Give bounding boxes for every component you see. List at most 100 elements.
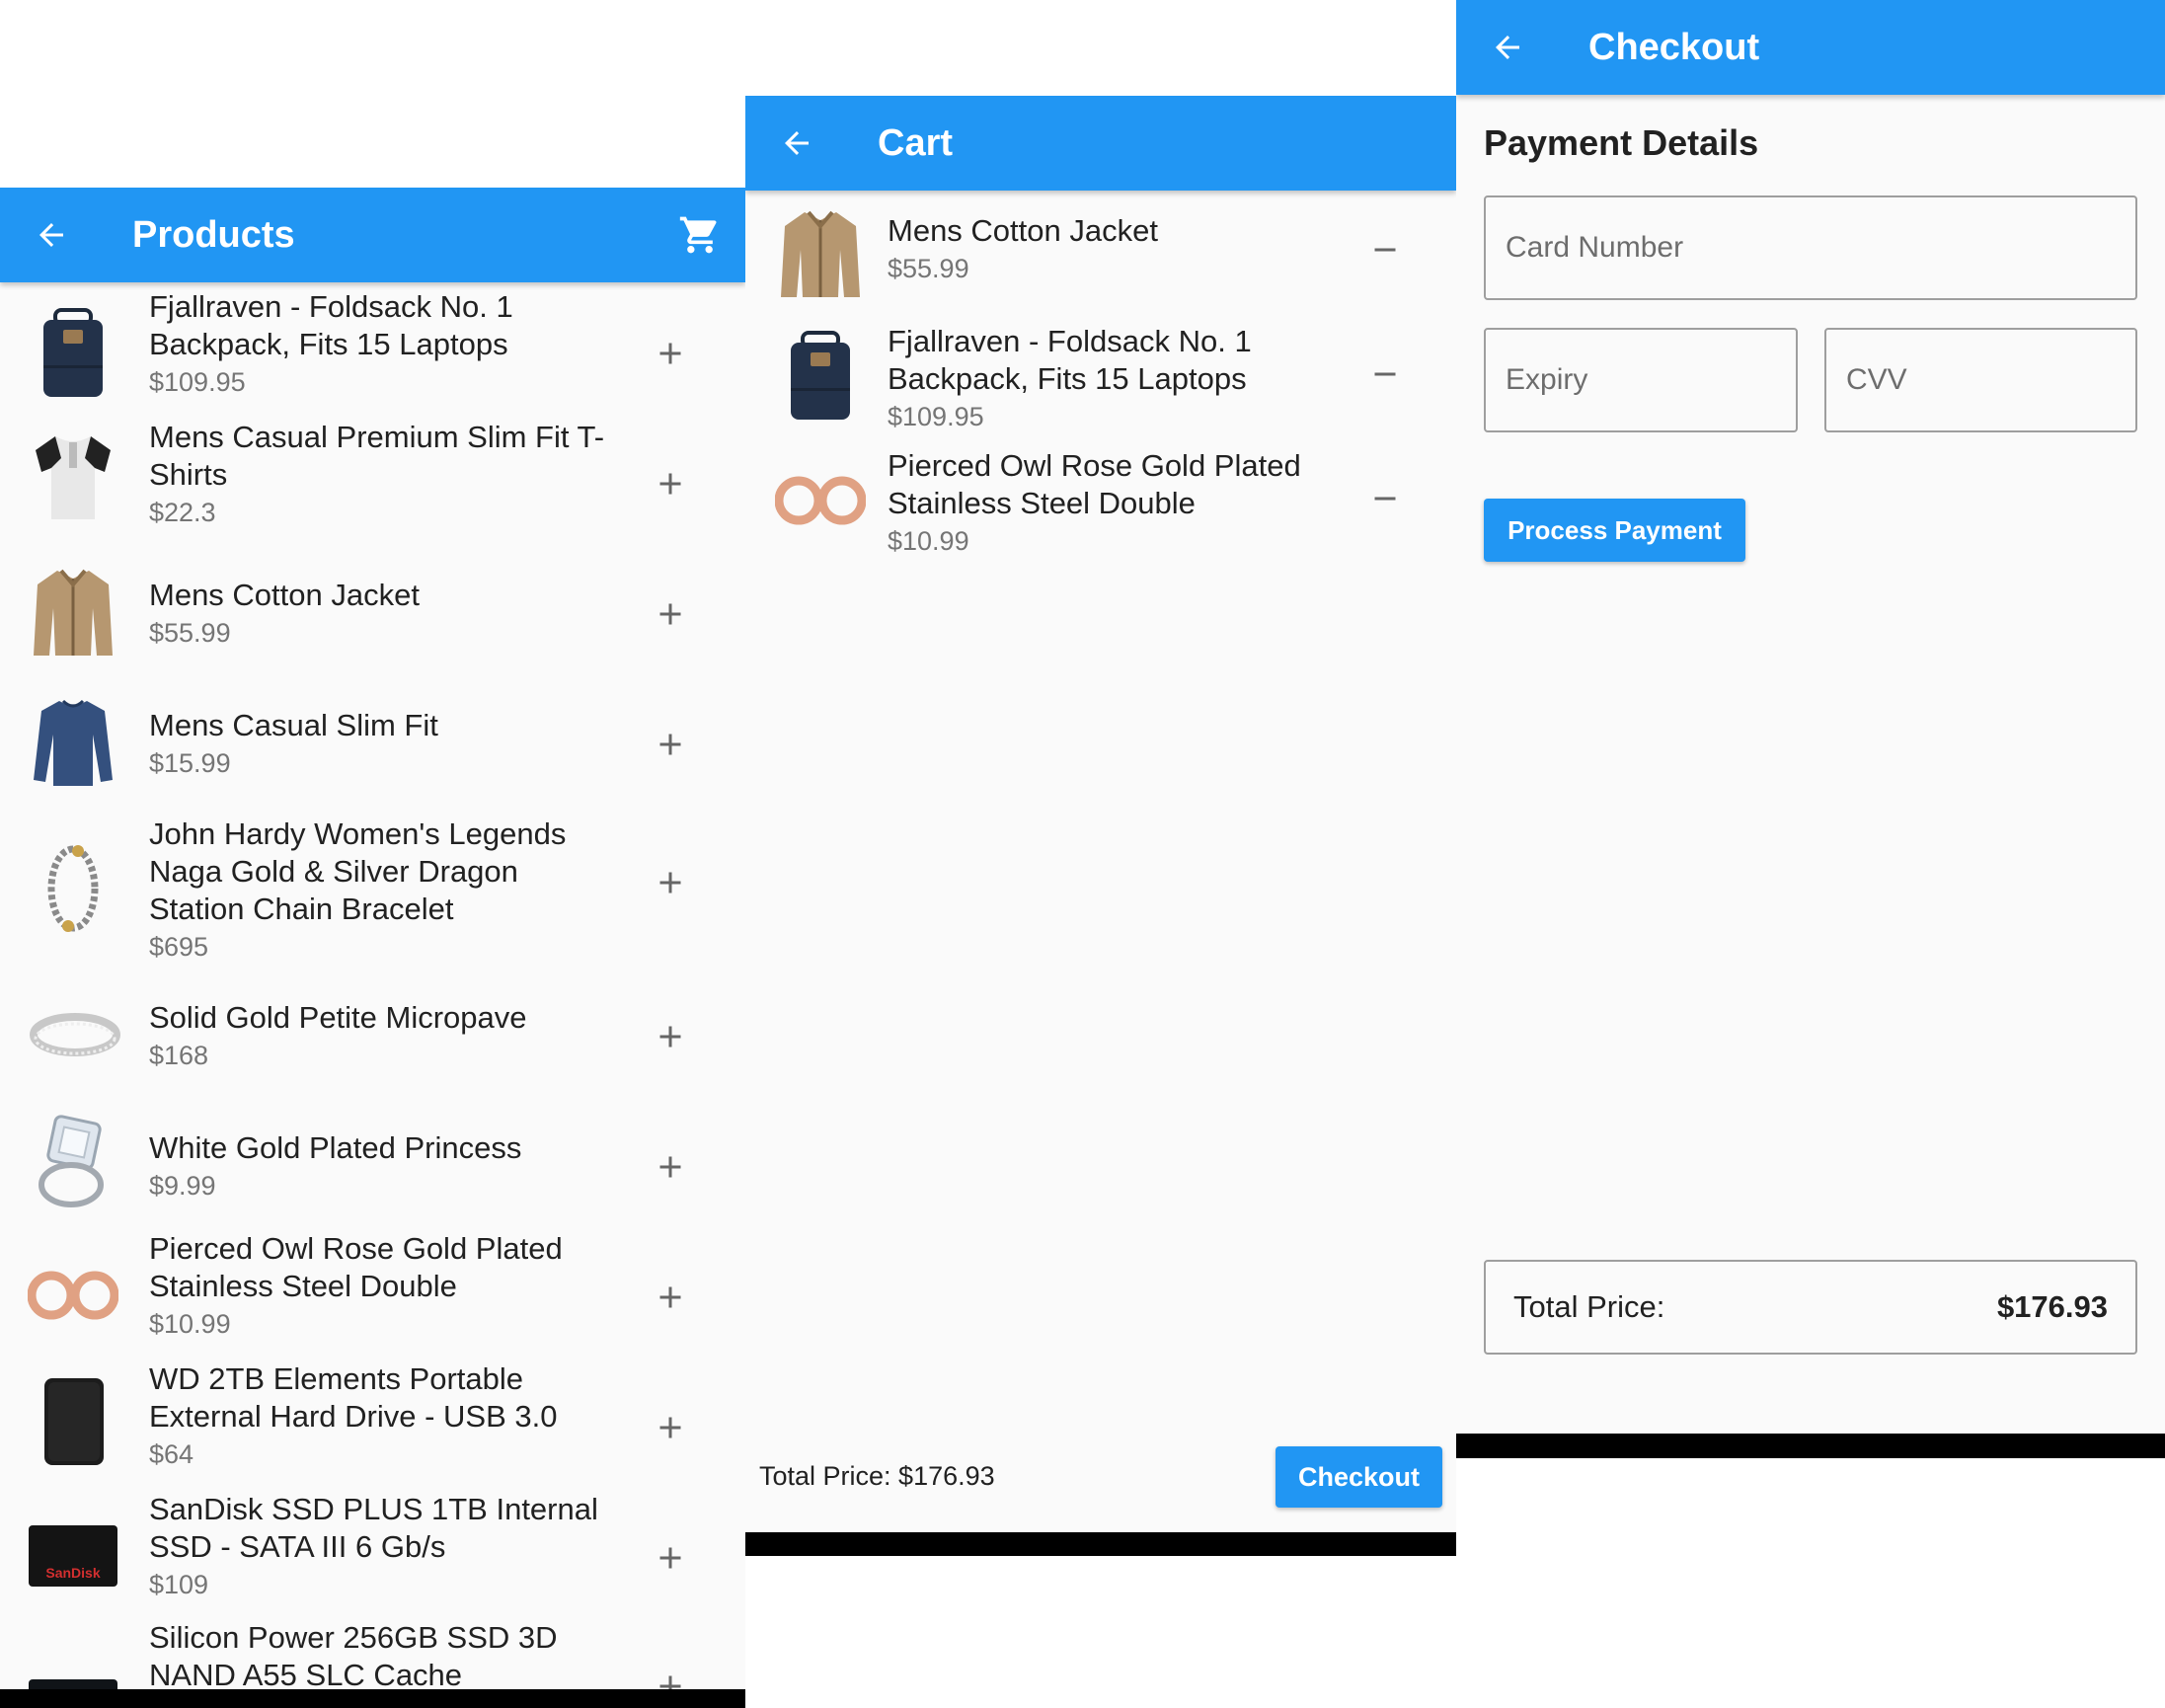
card-number-input[interactable] [1486, 197, 2135, 298]
cart-list-item: Fjallraven - Foldsack No. 1 Backpack, Fi… [745, 323, 1456, 447]
add-to-cart-button[interactable] [653, 1280, 688, 1315]
plus-icon [659, 1547, 681, 1569]
page-title: Checkout [1588, 26, 1760, 68]
product-price: $695 [149, 932, 209, 962]
plus-icon [659, 1156, 681, 1178]
backpack-image [26, 306, 120, 401]
products-screen: Products Fjallraven - Foldsack No. 1 Bac… [0, 188, 745, 1708]
add-to-cart-button[interactable] [653, 596, 688, 632]
minus-icon [1374, 248, 1396, 252]
add-to-cart-button[interactable] [653, 1410, 688, 1445]
product-price: $15.99 [149, 748, 231, 778]
product-price: $109.95 [149, 367, 246, 397]
add-to-cart-button[interactable] [653, 1019, 688, 1054]
plus-icon [659, 343, 681, 364]
checkout-button[interactable]: Checkout [1276, 1446, 1442, 1508]
product-price: $55.99 [149, 618, 231, 648]
arrow-left-icon [1496, 36, 1519, 59]
product-price: $9.99 [149, 1171, 216, 1201]
remove-from-cart-button[interactable] [1367, 356, 1403, 392]
remove-from-cart-button[interactable] [1367, 481, 1403, 516]
product-list-item: Pierced Owl Rose Gold Plated Stainless S… [0, 1230, 745, 1360]
sandisk-logo-text: SanDisk [45, 1565, 101, 1581]
cvv-input[interactable] [1826, 330, 2135, 430]
products-app-bar: Products [0, 188, 745, 282]
back-button[interactable] [34, 217, 69, 253]
expiry-field[interactable] [1484, 328, 1798, 432]
product-list-item: Mens Cotton Jacket $55.99 [0, 549, 745, 679]
cvv-field[interactable] [1824, 328, 2137, 432]
checkout-app-bar: Checkout [1456, 0, 2165, 95]
total-price-value: $176.93 [1996, 1289, 2108, 1324]
plus-icon [659, 1026, 681, 1048]
product-title: WD 2TB Elements Portable External Hard D… [149, 1361, 558, 1434]
add-to-cart-button[interactable] [653, 1149, 688, 1185]
tshirt-image [26, 428, 120, 523]
product-price: $22.3 [149, 498, 216, 527]
longsleeve-shirt-image [26, 695, 120, 790]
product-price: $168 [149, 1041, 209, 1070]
product-title: John Hardy Women's Legends Naga Gold & S… [149, 816, 567, 926]
cart-list-item: Pierced Owl Rose Gold Plated Stainless S… [745, 447, 1456, 572]
product-list-item: SanDisk SanDisk SSD PLUS 1TB Internal SS… [0, 1491, 745, 1619]
card-number-field[interactable] [1484, 195, 2137, 300]
product-title: White Gold Plated Princess [149, 1130, 522, 1165]
product-title: Solid Gold Petite Micropave [149, 1000, 527, 1035]
add-to-cart-button[interactable] [653, 1540, 688, 1576]
plus-icon [659, 1417, 681, 1438]
arrow-left-icon [785, 131, 809, 155]
plus-icon [659, 473, 681, 495]
cart-item-title: Mens Cotton Jacket [888, 213, 1158, 248]
product-title: Fjallraven - Foldsack No. 1 Backpack, Fi… [149, 289, 513, 361]
arrow-left-icon [39, 223, 63, 247]
product-list-item: Mens Casual Premium Slim Fit T-Shirts $2… [0, 419, 745, 549]
cart-item-price: $109.95 [888, 402, 984, 431]
expiry-input[interactable] [1486, 330, 1796, 430]
add-to-cart-button[interactable] [653, 336, 688, 371]
product-list-item: WD 2TB Elements Portable External Hard D… [0, 1360, 745, 1491]
total-price-card: Total Price: $176.93 [1484, 1260, 2137, 1355]
minus-icon [1374, 372, 1396, 376]
rose-gold-plugs-image [773, 453, 868, 548]
checkout-screen: Checkout Payment Details Process Payment… [1456, 0, 2165, 1436]
product-title: Mens Casual Slim Fit [149, 708, 438, 742]
plus-icon [659, 734, 681, 755]
rose-gold-plugs-image [26, 1248, 120, 1343]
back-button[interactable] [779, 125, 814, 161]
process-payment-button[interactable]: Process Payment [1484, 499, 1745, 562]
navigation-bar [1456, 1434, 2165, 1458]
add-to-cart-button[interactable] [653, 727, 688, 762]
navigation-bar [0, 1689, 745, 1708]
add-to-cart-button[interactable] [653, 466, 688, 502]
jacket-image [26, 565, 120, 660]
page-title: Cart [878, 121, 954, 164]
product-price: $10.99 [149, 1309, 231, 1339]
product-list-item: Fjallraven - Foldsack No. 1 Backpack, Fi… [0, 288, 745, 419]
product-title: SanDisk SSD PLUS 1TB Internal SSD - SATA… [149, 1492, 598, 1564]
product-price: $64 [149, 1439, 194, 1469]
total-price-label: Total Price: [1513, 1289, 1665, 1324]
sandisk-ssd-image: SanDisk [26, 1509, 120, 1603]
product-list-item: Solid Gold Petite Micropave $168 [0, 970, 745, 1100]
cart-item-title: Fjallraven - Foldsack No. 1 Backpack, Fi… [888, 324, 1252, 396]
cart-list-item: Mens Cotton Jacket $55.99 [745, 206, 1456, 323]
ring-band-image [28, 987, 122, 1082]
product-price: $109 [149, 1570, 209, 1599]
section-title: Payment Details [1484, 122, 1759, 163]
cart-item-price: $55.99 [888, 254, 969, 283]
plus-icon [659, 603, 681, 625]
cart-button[interactable] [678, 213, 722, 257]
back-button[interactable] [1490, 30, 1525, 65]
cart-item-price: $10.99 [888, 526, 969, 556]
add-to-cart-button[interactable] [653, 865, 688, 900]
bracelet-image [26, 841, 120, 936]
remove-from-cart-button[interactable] [1367, 232, 1403, 268]
cart-item-title: Pierced Owl Rose Gold Plated Stainless S… [888, 448, 1301, 520]
backpack-image [773, 329, 868, 424]
cart-screen: Cart Mens Cotton Jacket $55.99 Fjallrave… [745, 96, 1456, 1532]
product-title: Mens Casual Premium Slim Fit T-Shirts [149, 420, 605, 492]
product-title: Mens Cotton Jacket [149, 578, 420, 612]
cart-total-label: Total Price: $176.93 [759, 1461, 995, 1491]
plus-icon [659, 1286, 681, 1308]
shopping-cart-icon [679, 216, 717, 254]
